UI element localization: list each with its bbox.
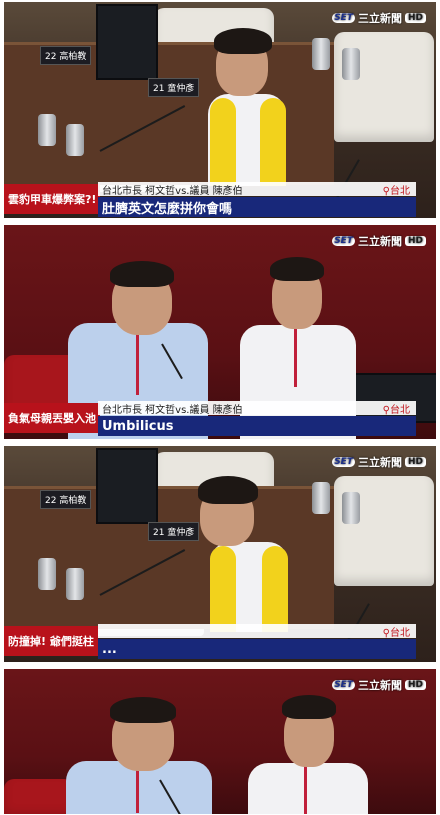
person-hair [270, 257, 324, 281]
logo-channel: 三立新聞 [357, 12, 402, 25]
channel-logo: SET 三立新聞 HD [332, 10, 426, 26]
channel-logo: SET 三立新聞 HD [332, 677, 426, 693]
person-hair [282, 695, 336, 719]
lanyard [294, 327, 297, 387]
location-text: 台北 [390, 186, 410, 197]
chair [4, 779, 74, 814]
info-bar: ⚲台北 [98, 624, 416, 639]
person-hair [198, 476, 258, 504]
logo-hd: HD [404, 236, 426, 246]
subtitle-bar: ... [98, 639, 416, 659]
lower-third: 雲豹甲車爆弊案?! 台北市長 柯文哲vs.議員 陳彥伯 ⚲台北 肚臍英文怎麼拼你… [4, 182, 436, 218]
person-hair [110, 261, 174, 287]
location-label: ⚲台北 [383, 624, 410, 639]
location-text: 台北 [390, 405, 410, 416]
nameplate: 21 童仲彥 [148, 78, 200, 97]
logo-channel: 三立新聞 [357, 235, 402, 248]
thermos [312, 482, 330, 514]
video-frame-4: SET 三立新聞 HD [4, 669, 436, 814]
logo-hd: HD [404, 457, 426, 467]
news-badge: 防撞掉! 爺們挺柱 [4, 626, 98, 656]
lanyard [304, 765, 307, 814]
thermos [312, 38, 330, 70]
location-label: ⚲台北 [383, 182, 410, 197]
logo-set: SET [332, 13, 355, 23]
thermos [38, 558, 56, 590]
info-text: 台北市長 柯文哲vs.議員 陳彥伯 [102, 404, 243, 416]
location-label: ⚲台北 [383, 401, 410, 416]
monitor [96, 4, 158, 80]
thermos [66, 124, 84, 156]
subtitle-bar: 肚臍英文怎麼拼你會嗎 [98, 197, 416, 217]
info-text: 台北市長 柯文哲vs.議員 陳彥伯 [102, 185, 243, 197]
person-shirt [248, 763, 368, 814]
info-bar: 台北市長 柯文哲vs.議員 陳彥伯 ⚲台北 [98, 401, 416, 416]
info-bar: 台北市長 柯文哲vs.議員 陳彥伯 ⚲台北 [98, 182, 416, 197]
yellow-vest [210, 546, 236, 632]
lower-third: 防撞掉! 爺們挺柱 ⚲台北 ... [4, 624, 436, 660]
video-frame-3: 22 高柏教 21 童仲彥 SET 三立新聞 HD 防撞掉! 爺們挺柱 ⚲台北 … [4, 446, 436, 662]
nameplate: 21 童仲彥 [148, 522, 200, 541]
thermos [342, 48, 360, 80]
channel-logo: SET 三立新聞 HD [332, 233, 426, 249]
news-badge: 雲豹甲車爆弊案?! [4, 184, 101, 214]
location-pin-icon: ⚲ [382, 405, 390, 416]
nameplate: 22 高柏教 [40, 46, 92, 65]
logo-hd: HD [404, 13, 426, 23]
video-frame-2: SET 三立新聞 HD 負氣母親丟嬰入池 台北市長 柯文哲vs.議員 陳彥伯 ⚲… [4, 225, 436, 439]
subtitle-bar: Umbilicus [98, 416, 416, 436]
person-hair [110, 697, 176, 723]
yellow-vest [210, 98, 236, 186]
thermos [38, 114, 56, 146]
video-frame-1: 22 高柏教 21 童仲彥 SET 三立新聞 HD 雲豹甲車爆弊案?! 台北市長… [4, 2, 436, 218]
logo-channel: 三立新聞 [357, 679, 402, 692]
news-badge: 負氣母親丟嬰入池 [4, 403, 100, 433]
location-pin-icon: ⚲ [382, 186, 390, 197]
location-pin-icon: ⚲ [382, 628, 390, 639]
yellow-vest [262, 546, 288, 632]
location-text: 台北 [390, 628, 410, 639]
logo-set: SET [332, 236, 355, 246]
logo-channel: 三立新聞 [357, 456, 402, 469]
monitor [96, 448, 158, 524]
thermos [66, 568, 84, 600]
lanyard [136, 325, 139, 395]
logo-hd: HD [404, 680, 426, 690]
logo-set: SET [332, 680, 355, 690]
logo-set: SET [332, 457, 355, 467]
channel-logo: SET 三立新聞 HD [332, 454, 426, 470]
nameplate: 22 高柏教 [40, 490, 92, 509]
person-hair [214, 28, 272, 54]
thermos [342, 492, 360, 524]
yellow-vest [260, 98, 286, 186]
lower-third: 負氣母親丟嬰入池 台北市長 柯文哲vs.議員 陳彥伯 ⚲台北 Umbilicus [4, 401, 436, 437]
